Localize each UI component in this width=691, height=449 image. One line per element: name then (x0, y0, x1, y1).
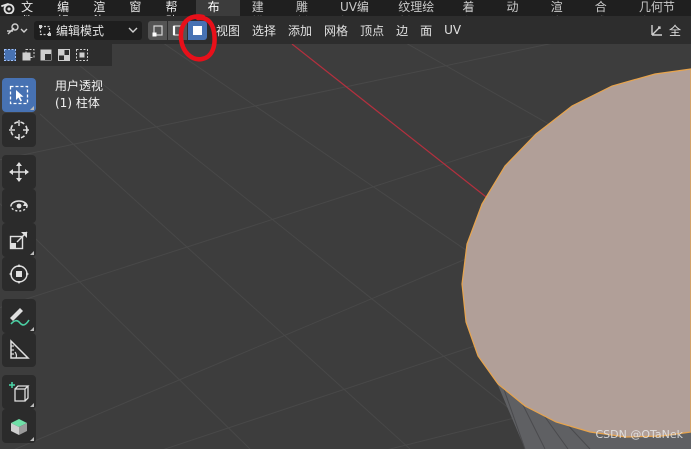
transform-label: 全 (668, 23, 681, 38)
view-name: 用户透视 (55, 79, 104, 93)
annotate-icon (10, 308, 30, 326)
tab-texture-paint[interactable]: 纹理绘制 (386, 0, 450, 29)
tab-rendering[interactable]: 渲染 (539, 0, 583, 29)
vertex-select-button[interactable] (148, 20, 167, 40)
add-cube-icon (9, 382, 30, 402)
cursor-icon (9, 120, 29, 140)
tool-add-cube[interactable] (2, 375, 36, 409)
select-new-icon[interactable] (2, 48, 17, 63)
tool-rotate[interactable] (2, 189, 36, 223)
measure-icon (10, 339, 30, 359)
tool-cursor[interactable] (2, 113, 36, 147)
transform-orientation-icon (651, 25, 662, 36)
editor-type-button[interactable] (4, 22, 30, 38)
select-subtract-icon[interactable] (38, 48, 53, 63)
select-invert-icon[interactable] (56, 48, 71, 63)
tab-compositing[interactable]: 合成 (583, 0, 627, 29)
menu-render[interactable]: 渲染 (87, 0, 123, 28)
select-mode-strip (0, 44, 112, 66)
select-extend-icon[interactable] (20, 48, 35, 63)
menu-uv[interactable]: UV (438, 23, 467, 37)
menu-add[interactable]: 添加 (282, 22, 318, 39)
viewport-header: 编辑模式 视图 选择 添加 网格 顶点 边 面 UV 全 (0, 16, 691, 44)
tab-modeling[interactable]: 建模 (240, 0, 284, 29)
tool-transform[interactable] (2, 257, 36, 291)
select-intersect-icon[interactable] (74, 48, 89, 63)
editor-type-icon (7, 23, 28, 35)
menu-edge[interactable]: 边 (390, 22, 414, 39)
tool-scale[interactable] (2, 223, 36, 257)
tool-select-box[interactable] (2, 78, 36, 112)
mode-label: 编辑模式 (56, 23, 105, 38)
red-annotation-circle (178, 14, 217, 62)
menu-select[interactable]: 选择 (246, 22, 282, 39)
tool-annotate[interactable] (2, 299, 36, 333)
transform-orientation-button[interactable]: 全 (649, 22, 687, 39)
3d-viewport[interactable] (0, 44, 691, 449)
tab-animation[interactable]: 动画 (495, 0, 539, 29)
transform-icon (9, 264, 29, 284)
viewport-scene (0, 44, 691, 449)
menu-mesh[interactable]: 网格 (318, 22, 354, 39)
select-box-icon (9, 85, 29, 105)
chevron-down-icon (128, 27, 138, 33)
tab-geometry-nodes[interactable]: 几何节点 (627, 0, 691, 29)
menu-edit[interactable]: 编辑 (51, 0, 87, 28)
menu-window[interactable]: 窗口 (123, 0, 159, 28)
tab-uv-editing[interactable]: UV编辑 (328, 0, 386, 29)
mode-dropdown[interactable]: 编辑模式 (34, 20, 142, 40)
tool-move[interactable] (2, 155, 36, 189)
rotate-icon (10, 200, 28, 212)
scale-icon (9, 231, 28, 250)
tool-measure[interactable] (2, 333, 36, 367)
object-label: (1) 柱体 (55, 96, 100, 110)
extrude-icon (11, 419, 27, 435)
edit-mode-icon (39, 25, 51, 36)
tab-sculpting[interactable]: 雕刻 (284, 0, 328, 29)
move-icon (9, 162, 29, 182)
menu-file[interactable]: 文件 (15, 0, 51, 28)
menu-face[interactable]: 面 (414, 22, 438, 39)
watermark-text: CSDN @OTaNek (595, 428, 683, 441)
tool-extrude[interactable] (2, 409, 36, 443)
tab-shading[interactable]: 着色 (450, 0, 494, 29)
blender-logo-icon[interactable] (0, 0, 15, 16)
viewport-info: 用户透视 (1) 柱体 (55, 78, 103, 112)
vertex-select-icon (152, 24, 163, 36)
menu-vertex[interactable]: 顶点 (354, 22, 390, 39)
top-menu-bar: 文件 编辑 渲染 窗口 帮助 布局 建模 雕刻 UV编辑 纹理绘制 着色 动画 … (0, 0, 691, 29)
